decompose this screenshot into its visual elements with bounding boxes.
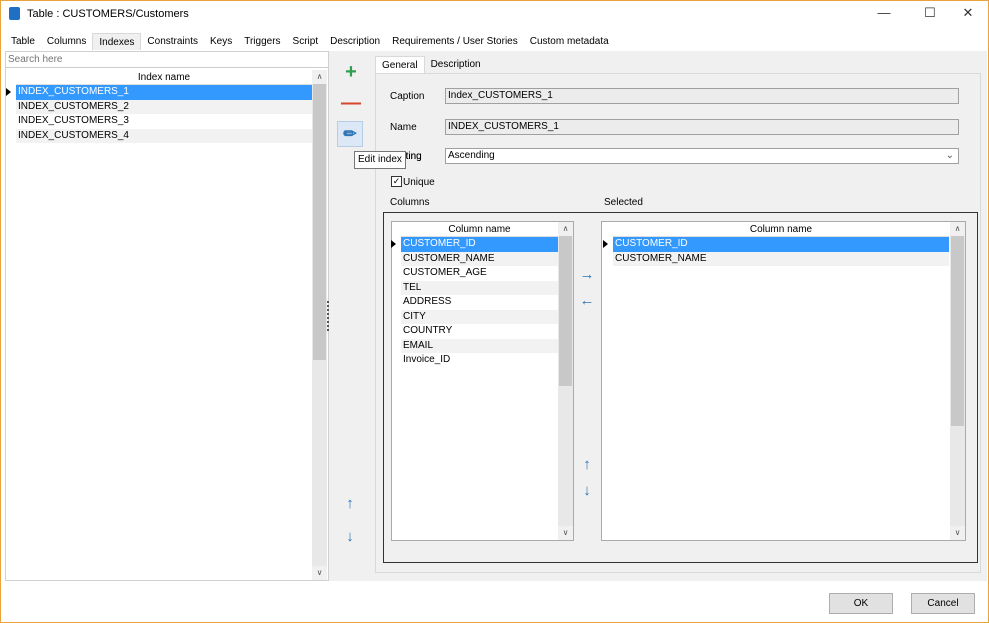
row-pointer-icon	[391, 240, 396, 248]
unique-checkbox[interactable]: ✓	[391, 176, 402, 187]
sorting-select[interactable]: Ascending ⌄	[445, 148, 959, 164]
name-input[interactable]: INDEX_CUSTOMERS_1	[445, 119, 959, 135]
column-row[interactable]: CUSTOMER_AGE	[401, 266, 558, 281]
window-title: Table : CUSTOMERS/Customers	[27, 8, 189, 20]
move-column-down-button[interactable]: ↓	[579, 482, 595, 499]
checkmark-icon: ✓	[392, 176, 401, 186]
move-index-up-button[interactable]: ↑	[342, 495, 358, 512]
remove-column-button[interactable]: ←	[579, 292, 595, 309]
move-index-down-button[interactable]: ↓	[342, 528, 358, 545]
minimize-button[interactable]: —	[869, 5, 899, 23]
row-label: INDEX_CUSTOMERS_1	[18, 86, 129, 97]
tab-triggers[interactable]: Triggers	[238, 33, 286, 50]
row-pointer-icon	[6, 88, 11, 96]
column-row[interactable]: EMAIL	[401, 338, 558, 353]
row-label: EMAIL	[403, 339, 434, 351]
index-row[interactable]: INDEX_CUSTOMERS_1	[6, 85, 312, 100]
tab-columns[interactable]: Columns	[41, 33, 92, 50]
tab-bar: Table Columns Indexes Constraints Keys Trigge…	[5, 33, 615, 50]
maximize-button[interactable]: ☐	[915, 5, 945, 23]
selected-column-name-header[interactable]: Column name	[613, 222, 949, 237]
caption-label: Caption	[390, 91, 425, 102]
index-row[interactable]: INDEX_CUSTOMERS_4	[16, 128, 312, 143]
sorting-label-visible-part: ting	[405, 151, 422, 162]
edit-index-button[interactable]: ✏	[337, 121, 363, 147]
tab-table[interactable]: Table	[5, 33, 41, 50]
selected-columns-grid: Column name CUSTOMER_ID CUSTOMER_NAME ∧ ∨	[601, 221, 966, 541]
row-label: CITY	[403, 310, 426, 322]
arrow-left-icon: ←	[579, 292, 595, 309]
minus-icon: —	[341, 92, 361, 114]
add-column-button[interactable]: →	[579, 266, 595, 283]
index-list-panel: Index name INDEX_CUSTOMERS_1 INDEX_CUSTOM…	[5, 51, 329, 581]
row-label: TEL	[403, 281, 422, 293]
remove-index-button[interactable]: —	[338, 90, 364, 116]
selected-column-row[interactable]: CUSTOMER_NAME	[613, 251, 949, 266]
arrow-down-icon: ↓	[583, 482, 591, 499]
detail-tab-bar: General Description	[375, 56, 487, 74]
columns-label: Columns	[390, 197, 430, 208]
row-label: CUSTOMER_ID	[615, 238, 688, 249]
tab-description[interactable]: Description	[425, 56, 487, 74]
move-column-up-button[interactable]: ↑	[579, 456, 595, 473]
index-row[interactable]: INDEX_CUSTOMERS_3	[16, 114, 312, 129]
row-label: CUSTOMER_ID	[403, 238, 476, 249]
column-row[interactable]: CITY	[401, 309, 558, 324]
index-name-header[interactable]: Index name	[16, 70, 312, 85]
arrow-up-icon: ↑	[583, 456, 591, 473]
caption-input[interactable]: Index_CUSTOMERS_1	[445, 88, 959, 104]
row-label: CUSTOMER_NAME	[403, 252, 495, 264]
index-grid: Index name INDEX_CUSTOMERS_1 INDEX_CUSTOM…	[6, 70, 312, 143]
row-label: Invoice_ID	[403, 354, 451, 365]
row-label: INDEX_CUSTOMERS_3	[18, 115, 129, 126]
pencil-icon: ✏	[343, 126, 357, 143]
dialog-window: Table : CUSTOMERS/Customers — ☐ ✕ Table C…	[0, 0, 989, 623]
available-columns-grid: Column name CUSTOMER_ID CUSTOMER_NAME CUST…	[391, 221, 574, 541]
selected-label: Selected	[604, 197, 643, 208]
column-row[interactable]: CUSTOMER_NAME	[401, 251, 558, 266]
ok-button[interactable]: OK	[829, 593, 893, 614]
tab-script[interactable]: Script	[287, 33, 325, 50]
row-label: COUNTRY	[403, 325, 453, 336]
selected-scrollbar[interactable]: ∧ ∨	[950, 222, 965, 540]
arrow-down-icon: ↓	[346, 528, 354, 545]
close-button[interactable]: ✕	[953, 5, 983, 23]
arrow-right-icon: →	[579, 266, 595, 283]
column-row[interactable]: ADDRESS	[401, 295, 558, 310]
name-label: Name	[390, 122, 417, 133]
tab-custom-metadata[interactable]: Custom metadata	[524, 33, 615, 50]
column-row[interactable]: TEL	[401, 280, 558, 295]
row-label: CUSTOMER_NAME	[615, 252, 707, 264]
cancel-button[interactable]: Cancel	[911, 593, 975, 614]
tab-keys[interactable]: Keys	[204, 33, 238, 50]
row-label: INDEX_CUSTOMERS_4	[18, 129, 129, 141]
tab-indexes[interactable]: Indexes	[92, 33, 142, 50]
columns-scrollbar[interactable]: ∧ ∨	[558, 222, 573, 540]
search-input[interactable]	[6, 52, 328, 68]
column-row[interactable]: COUNTRY	[401, 324, 558, 339]
tab-description[interactable]: Description	[324, 33, 386, 50]
sorting-value: Ascending	[448, 150, 495, 161]
unique-label: Unique	[403, 177, 435, 188]
row-pointer-icon	[603, 240, 608, 248]
arrow-up-icon: ↑	[346, 495, 354, 512]
tooltip: Edit index	[354, 151, 406, 169]
column-name-header[interactable]: Column name	[401, 222, 558, 237]
tab-constraints[interactable]: Constraints	[141, 33, 204, 50]
splitter-handle[interactable]	[327, 301, 330, 331]
plus-icon: +	[345, 61, 357, 83]
tab-general[interactable]: General	[375, 56, 425, 74]
selected-column-row[interactable]: CUSTOMER_ID	[603, 237, 949, 252]
tab-requirements-user-stories[interactable]: Requirements / User Stories	[386, 33, 524, 50]
column-row[interactable]: Invoice_ID	[401, 353, 558, 368]
column-row[interactable]: CUSTOMER_ID	[391, 237, 558, 252]
chevron-down-icon: ⌄	[945, 150, 954, 161]
app-icon	[9, 7, 20, 20]
index-row[interactable]: INDEX_CUSTOMERS_2	[16, 99, 312, 114]
row-label: ADDRESS	[403, 296, 452, 307]
row-label: CUSTOMER_AGE	[403, 267, 487, 278]
add-index-button[interactable]: +	[338, 59, 364, 85]
row-label: INDEX_CUSTOMERS_2	[18, 100, 129, 112]
index-list-scrollbar[interactable]: ∧ ∨	[312, 70, 327, 580]
